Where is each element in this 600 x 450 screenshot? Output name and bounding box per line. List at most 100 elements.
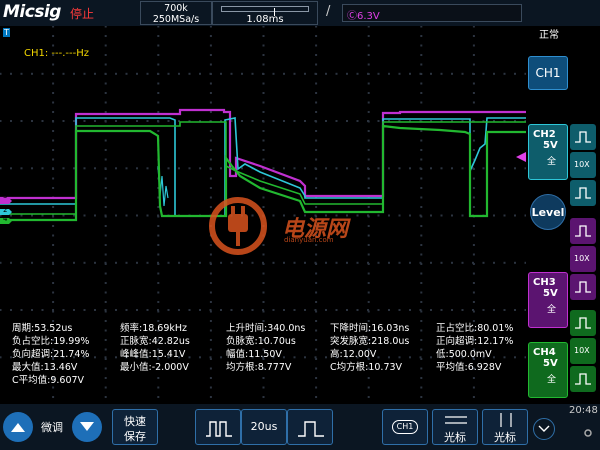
ch3-coupling-icon[interactable]: [570, 274, 596, 300]
grid-dot: [104, 26, 107, 28]
grid-dot: [104, 92, 107, 94]
ch2-top-icon[interactable]: [570, 124, 596, 150]
grid-dot: [367, 282, 370, 284]
grid-dot: [461, 309, 464, 311]
ch4-top-icon[interactable]: [570, 310, 596, 336]
trigger-info-box[interactable]: Ⓒ6.3V: [342, 4, 522, 22]
trigger-edge-icon[interactable]: /: [326, 4, 330, 19]
ch2-button[interactable]: CH2 5V 全: [528, 124, 568, 180]
grid-dot: [335, 120, 338, 122]
grid-dot: [272, 309, 275, 311]
ch4-coupling-icon[interactable]: [570, 366, 596, 392]
grid-dot: [420, 396, 423, 398]
ch1-select-button[interactable]: CH1: [382, 409, 428, 445]
grid-dot: [388, 72, 390, 75]
horizontal-cursor-button[interactable]: 光标: [432, 409, 478, 445]
ch2-probe-button[interactable]: 10X: [570, 152, 596, 178]
ch3-probe-button[interactable]: 10X: [570, 246, 596, 272]
grid-dot: [503, 214, 506, 217]
acquisition-info[interactable]: 700k 250MSa/s: [140, 1, 212, 25]
measurement-panel[interactable]: 周期:53.52us 频率:18.69kHz 上升时间:340.0ns 下降时间:16…: [12, 320, 522, 390]
grid-dot: [209, 177, 212, 180]
ch1-button[interactable]: CH1: [528, 56, 568, 90]
grid-dot: [157, 206, 160, 208]
collapse-button[interactable]: [533, 418, 555, 440]
grid-dot: [440, 72, 443, 75]
grid-dot: [0, 309, 2, 311]
grid-dot: [167, 120, 170, 122]
grid-dot: [420, 187, 423, 189]
grid-dot: [104, 196, 107, 199]
timebase-decrease-button[interactable]: [287, 409, 333, 445]
grid-dot: [73, 167, 75, 170]
level-button[interactable]: Level: [530, 194, 566, 230]
grid-dot: [430, 309, 432, 311]
grid-dot: [262, 282, 265, 284]
grid-dot: [346, 261, 348, 264]
ch4-scale: 5V: [543, 358, 558, 369]
grid-dot: [0, 356, 2, 359]
ch2-scale: 5V: [543, 140, 558, 151]
grid-dot: [104, 54, 107, 56]
grid-dot: [83, 261, 86, 264]
grid-dot: [367, 111, 370, 113]
grid-dot: [52, 396, 55, 398]
fine-up-button[interactable]: [3, 412, 33, 442]
timebase-position-box[interactable]: 1.08ms: [212, 1, 318, 25]
watermark-url: dianyuan.com: [284, 236, 334, 244]
vertical-cursor-button[interactable]: 光标: [482, 409, 528, 445]
ch4-probe-button[interactable]: 10X: [570, 338, 596, 364]
grid-dot: [367, 310, 370, 313]
acquisition-mode[interactable]: 正常: [539, 26, 559, 41]
grid-dot: [335, 309, 338, 311]
grid-dot: [283, 261, 285, 264]
ch2-label: CH2: [533, 129, 556, 140]
quick-save-button[interactable]: 快速 保存: [112, 409, 158, 445]
timebase-increase-button[interactable]: [195, 409, 241, 445]
waveform-screen[interactable]: T CH1: ---.---Hz 3 2 4 电源网 dianyuan.com …: [0, 26, 526, 404]
grid-dot: [52, 272, 55, 275]
grid-dot: [83, 72, 86, 75]
fine-down-button[interactable]: [72, 412, 102, 442]
ch2-coupling-icon[interactable]: [570, 180, 596, 206]
watermark-plug-icon: [209, 197, 267, 255]
grid-dot: [325, 72, 327, 75]
ch4-button[interactable]: CH4 5V 全: [528, 342, 568, 398]
grid-dot: [52, 187, 55, 189]
grid-dot: [420, 310, 423, 313]
grid-dot: [262, 26, 265, 28]
grid-dot: [115, 120, 117, 122]
trigger-level-marker: [516, 152, 526, 162]
grid-dot: [104, 244, 107, 246]
grid-dot: [52, 225, 55, 227]
ch3-top-icon[interactable]: [570, 218, 596, 244]
grid-dot: [52, 44, 55, 47]
grid-dot: [314, 167, 317, 170]
grid-dot: [157, 111, 160, 113]
timebase-display[interactable]: 20us: [241, 409, 287, 445]
trigger-position-marker[interactable]: T: [3, 28, 10, 37]
grid-dot: [461, 261, 464, 264]
grid-dot: [157, 309, 159, 311]
grid-dot: [104, 101, 107, 104]
grid-dot: [472, 196, 475, 199]
ch3-button[interactable]: CH3 5V 全: [528, 272, 568, 328]
measurement-value: 负占空比:19.99%: [12, 336, 90, 347]
grid-dot: [472, 139, 475, 142]
grid-dot: [451, 72, 453, 75]
grid-dot: [262, 54, 265, 56]
grid-dot: [115, 72, 117, 75]
grid-dot: [62, 261, 65, 264]
measurement-value: 平均值:6.928V: [436, 362, 502, 373]
settings-gear-icon[interactable]: [583, 428, 593, 438]
grid-dot: [419, 167, 422, 170]
grid-dot: [125, 72, 128, 75]
grid-dot: [262, 396, 265, 398]
grid-dot: [367, 187, 370, 189]
measurement-value: 最小值:-2.000V: [120, 362, 189, 373]
grid-dot: [188, 72, 191, 75]
grid-dot: [304, 120, 306, 122]
grid-dot: [146, 261, 149, 264]
run-stop-status[interactable]: 停止: [70, 5, 94, 22]
grid-dot: [440, 214, 443, 217]
